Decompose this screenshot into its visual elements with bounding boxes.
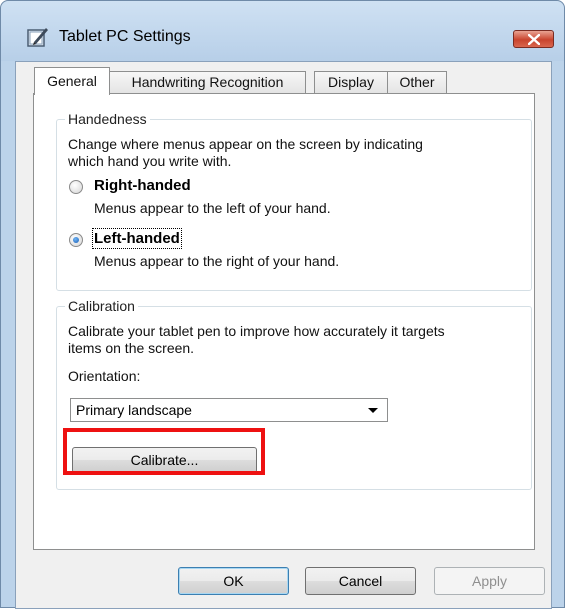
calibrate-highlight-box bbox=[63, 428, 265, 475]
tab-handwriting-recognition[interactable]: Handwriting Recognition bbox=[109, 71, 306, 94]
tablet-pc-settings-window: Tablet PC Settings General Handwriting R… bbox=[0, 0, 565, 609]
right-handed-radio[interactable] bbox=[69, 180, 83, 194]
left-handed-description: Menus appear to the right of your hand. bbox=[94, 253, 340, 269]
calibration-group-title: Calibration bbox=[65, 298, 138, 314]
tab-general[interactable]: General bbox=[34, 67, 110, 95]
right-handed-label[interactable]: Right-handed bbox=[94, 177, 191, 194]
handedness-description-line2: which hand you write with. bbox=[68, 153, 232, 169]
left-handed-label[interactable]: Left-handed bbox=[92, 228, 182, 249]
chevron-down-icon bbox=[368, 408, 378, 413]
apply-button[interactable]: Apply bbox=[434, 567, 545, 595]
orientation-label: Orientation: bbox=[68, 368, 141, 384]
calibration-description-line1: Calibrate your tablet pen to improve how… bbox=[68, 323, 445, 339]
handedness-description-line1: Change where menus appear on the screen … bbox=[68, 136, 423, 152]
handedness-group-title: Handedness bbox=[65, 111, 150, 127]
cancel-button[interactable]: Cancel bbox=[305, 567, 416, 595]
dialog-client-area: General Handwriting Recognition Display … bbox=[15, 61, 552, 609]
window-title: Tablet PC Settings bbox=[59, 28, 191, 45]
general-tab-panel: Handedness Change where menus appear on … bbox=[33, 93, 535, 550]
orientation-select[interactable]: Primary landscape bbox=[70, 398, 388, 422]
handedness-group: Handedness Change where menus appear on … bbox=[56, 111, 532, 291]
close-icon bbox=[527, 33, 540, 45]
close-button[interactable] bbox=[513, 30, 554, 48]
orientation-select-value: Primary landscape bbox=[76, 402, 192, 418]
calibration-description-line2: items on the screen. bbox=[68, 340, 195, 356]
pen-tablet-icon bbox=[27, 28, 48, 47]
ok-button[interactable]: OK bbox=[178, 567, 289, 595]
tab-display[interactable]: Display bbox=[314, 71, 388, 94]
right-handed-description: Menus appear to the left of your hand. bbox=[94, 200, 331, 216]
tab-other[interactable]: Other bbox=[387, 71, 447, 94]
title-bar[interactable]: Tablet PC Settings bbox=[1, 1, 564, 61]
left-handed-radio[interactable] bbox=[69, 233, 83, 247]
